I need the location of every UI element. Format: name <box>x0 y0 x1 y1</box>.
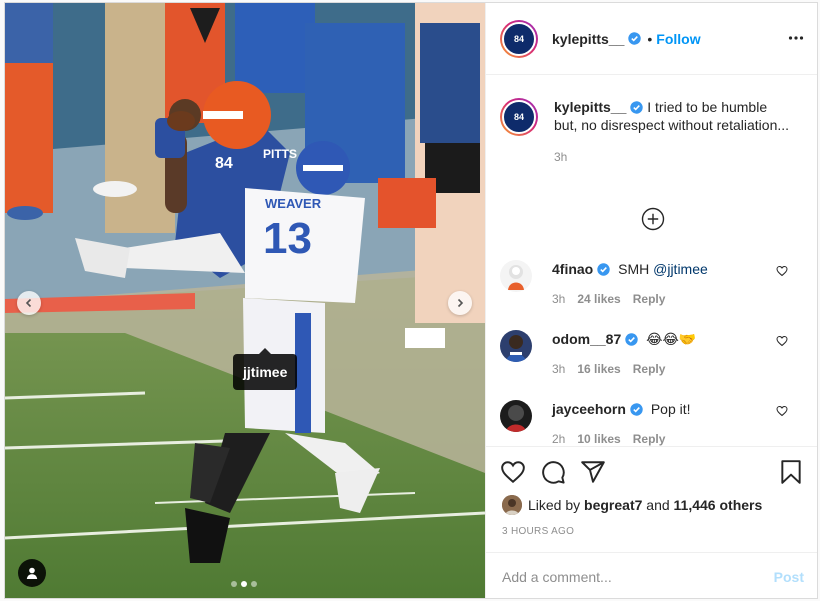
carousel-dot-active <box>241 581 247 587</box>
comment-like-icon[interactable] <box>776 335 788 347</box>
next-slide-button[interactable] <box>448 291 472 315</box>
post-sidebar: 84 kylepitts__ • Follow 84 kylepitts__ I… <box>485 3 817 598</box>
comment-icon[interactable] <box>540 459 566 485</box>
avatar: 84 <box>502 21 536 56</box>
comment-mention[interactable]: @jjtimee <box>653 261 708 277</box>
liked-by-others[interactable]: 11,446 others <box>674 497 763 513</box>
avatar[interactable] <box>500 330 532 362</box>
comment-item: jayceehorn Pop it! 2h 10 likes Reply <box>500 400 810 446</box>
verified-icon <box>628 32 642 45</box>
comment-time[interactable]: 3h <box>552 360 565 378</box>
jersey-front-number: 84 <box>215 155 233 172</box>
post-caption: 84 kylepitts__ I tried to be humble but,… <box>500 98 810 166</box>
comment-item: odom__87 😂😂🤝 3h 16 likes Reply <box>500 330 810 378</box>
jersey-front-name: PITTS <box>263 147 297 161</box>
jersey-back-name: WEAVER <box>265 196 322 211</box>
post-media[interactable]: WEAVER 13 PITTS 84 jjtimee <box>5 3 485 598</box>
comment-time[interactable]: 3h <box>552 290 565 308</box>
chevron-right-icon <box>457 298 464 308</box>
follow-separator: • <box>647 30 653 47</box>
comment-reply-button[interactable]: Reply <box>633 360 666 378</box>
avatar[interactable] <box>500 400 532 432</box>
tagged-users-button[interactable] <box>18 559 46 587</box>
comment-reply-button[interactable]: Reply <box>633 430 666 446</box>
liked-by-user[interactable]: begreat7 <box>584 497 642 513</box>
verified-icon <box>630 403 643 416</box>
previous-slide-button[interactable] <box>17 291 41 315</box>
carousel-dot <box>251 581 257 587</box>
comment-likes[interactable]: 16 likes <box>577 360 620 378</box>
post-actions: Liked by begreat7 and 11,446 others 3 HO… <box>486 446 817 537</box>
comment-reply-button[interactable]: Reply <box>633 290 666 308</box>
comments-section[interactable]: 84 kylepitts__ I tried to be humble but,… <box>486 76 817 446</box>
user-tag-label[interactable]: jjtimee <box>233 348 298 390</box>
liked-by-prefix: Liked by <box>528 497 581 513</box>
carousel-indicator <box>231 581 257 587</box>
user-tag-icon <box>26 567 38 579</box>
avatar[interactable] <box>500 260 532 292</box>
author-avatar-ring[interactable]: 84 <box>500 19 538 58</box>
author-username[interactable]: kylepitts__ <box>552 31 624 47</box>
heart-icon[interactable] <box>500 459 526 485</box>
action-icon-row <box>500 459 806 489</box>
share-icon[interactable] <box>580 459 606 485</box>
comment-item: 4finao SMH @jjtimee 3h 24 likes Reply <box>500 260 810 308</box>
avatar[interactable] <box>502 495 522 515</box>
post-timestamp[interactable]: 3 HOURS AGO <box>502 526 574 537</box>
load-more-icon[interactable] <box>641 207 665 231</box>
comment-like-icon[interactable] <box>776 405 788 417</box>
caption-time[interactable]: 3h <box>554 148 794 166</box>
post-photo: WEAVER 13 PITTS 84 <box>5 3 485 598</box>
verified-icon <box>630 101 644 114</box>
avatar-number: 84 <box>513 33 524 44</box>
instagram-post: WEAVER 13 PITTS 84 jjtimee 84 kylepitts_… <box>4 2 818 599</box>
comment-text: SMH <box>618 261 654 277</box>
post-comment-button[interactable]: Post <box>774 569 804 585</box>
jersey-back-number: 13 <box>263 214 312 263</box>
comment-input[interactable] <box>502 568 774 585</box>
comment-likes[interactable]: 24 likes <box>577 290 620 308</box>
post-header: 84 kylepitts__ • Follow <box>486 3 817 75</box>
verified-icon <box>597 263 610 276</box>
comment-text: Pop it! <box>650 401 691 417</box>
chevron-left-icon <box>25 298 32 308</box>
likes-summary: Liked by begreat7 and 11,446 others <box>502 495 762 515</box>
bookmark-icon[interactable] <box>778 459 804 485</box>
add-comment-bar: Post <box>486 552 817 598</box>
comment-likes[interactable]: 10 likes <box>577 430 620 446</box>
comment-like-icon[interactable] <box>776 265 788 277</box>
more-icon[interactable] <box>788 30 804 46</box>
caption-username[interactable]: kylepitts__ <box>554 99 626 115</box>
comment-username[interactable]: 4finao <box>552 261 593 277</box>
carousel-dot <box>231 581 237 587</box>
follow-button[interactable]: Follow <box>656 31 700 47</box>
comment-text: 😂😂🤝 <box>646 331 697 347</box>
avatar-number: 84 <box>513 112 524 122</box>
comment-username[interactable]: odom__87 <box>552 331 621 347</box>
verified-icon <box>625 333 638 346</box>
liked-by-middle: and <box>646 497 670 513</box>
comment-time[interactable]: 2h <box>552 430 565 446</box>
caption-avatar-ring[interactable]: 84 <box>500 98 538 136</box>
comment-username[interactable]: jayceehorn <box>552 401 626 417</box>
avatar: 84 <box>502 100 536 134</box>
